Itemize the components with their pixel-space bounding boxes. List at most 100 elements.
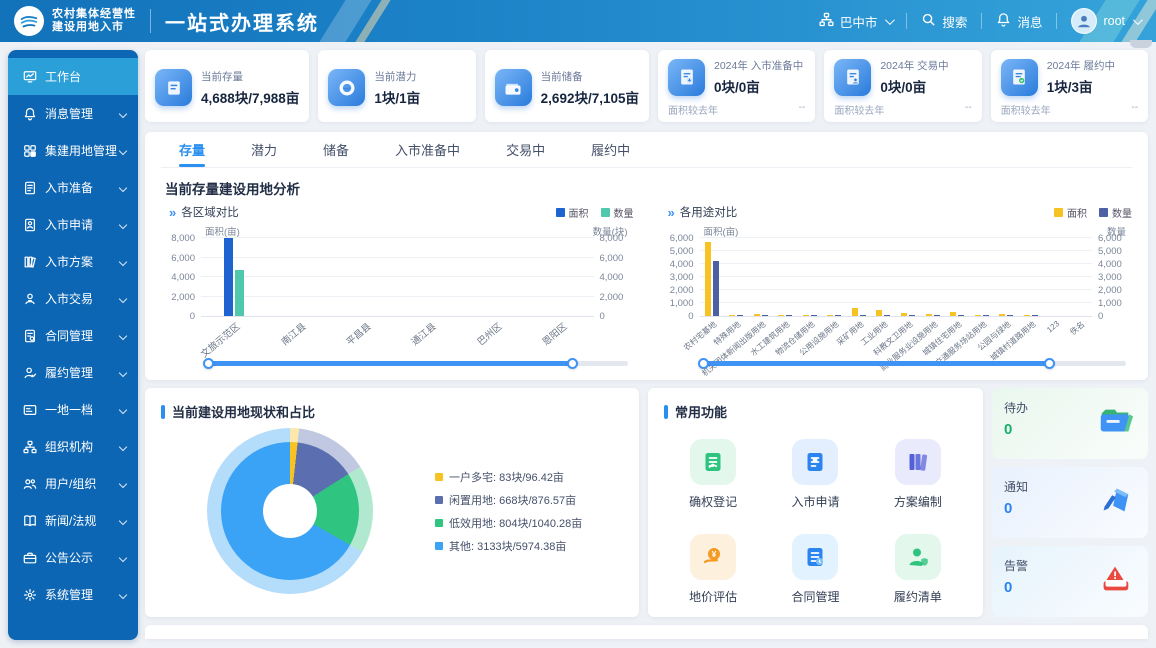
sidebar-item-入市申请[interactable]: 入市申请 (8, 206, 138, 243)
datazoom-handle-left[interactable] (203, 358, 214, 369)
donut-legend-item-低效用地[interactable]: 低效用地: 804块/1040.28亩 (435, 515, 582, 531)
side-card-待办[interactable]: 待办 0 (992, 388, 1148, 459)
stat-footer-label: 面积较去年 (834, 102, 884, 117)
sidebar-item-用户/组织[interactable]: 用户/组织 (8, 465, 138, 502)
donut-legend-item-一户多宅[interactable]: 一户多宅: 83块/96.42亩 (435, 469, 582, 485)
bar-数量[interactable] (934, 315, 940, 316)
stat-card-当前储备: 当前储备 2,692块/7,105亩 (485, 50, 649, 122)
datazoom-handle-left[interactable] (698, 358, 709, 369)
bar-数量[interactable] (811, 315, 817, 316)
sidebar-item-公告公示[interactable]: 公告公示 (8, 539, 138, 576)
bar-面积[interactable] (754, 314, 760, 316)
sidebar-item-新闻/法规[interactable]: 新闻/法规 (8, 502, 138, 539)
datazoom-slider[interactable] (704, 357, 1127, 369)
donut-chart (145, 428, 435, 594)
donut-legend-item-闲置用地[interactable]: 闲置用地: 668块/876.57亩 (435, 492, 582, 508)
bar-面积[interactable] (852, 308, 858, 316)
bar-数量[interactable] (786, 315, 792, 316)
datazoom-track[interactable] (704, 361, 1127, 366)
sidebar-item-集建用地管理[interactable]: 集建用地管理 (8, 132, 138, 169)
bar-数量[interactable] (737, 315, 743, 316)
side-panel: 待办 0 通知 0 告警 0 (992, 388, 1148, 617)
bar-数量[interactable] (860, 315, 866, 316)
sidebar-item-入市方案[interactable]: 入市方案 (8, 243, 138, 280)
tab-存量[interactable]: 存量 (179, 132, 205, 167)
tab-交易中[interactable]: 交易中 (506, 132, 545, 167)
user-menu[interactable]: root (1071, 8, 1140, 34)
function-方案编制[interactable]: 方案编制 (867, 439, 969, 510)
datazoom-slider[interactable] (205, 357, 628, 369)
side-card-告警[interactable]: 告警 0 (992, 546, 1148, 617)
sidebar-item-一地一档[interactable]: 一地一档 (8, 391, 138, 428)
tab-履约中[interactable]: 履约中 (591, 132, 630, 167)
bar-面积[interactable] (926, 314, 932, 316)
bar-数量[interactable] (909, 315, 915, 316)
statWallet-icon (495, 69, 532, 106)
datazoom-track[interactable] (205, 361, 628, 366)
side-card-通知[interactable]: 通知 0 (992, 467, 1148, 538)
bar-数量[interactable] (762, 315, 768, 316)
sidebar-item-履约管理[interactable]: 履约管理 (8, 354, 138, 391)
bar-面积[interactable] (827, 315, 833, 316)
bar-数量[interactable] (835, 315, 841, 316)
users-icon (22, 476, 37, 491)
donut-outer-ring (207, 428, 373, 594)
datazoom-handle-right[interactable] (567, 358, 578, 369)
bar-面积[interactable] (803, 315, 809, 316)
bar-面积[interactable] (705, 242, 711, 316)
stat-card-2024年 交易中: 2024年 交易中 0块/0亩 面积较去年-- (824, 50, 981, 122)
legend-item-数量[interactable]: 数量 (601, 205, 634, 220)
legend-item-数量[interactable]: 数量 (1099, 205, 1132, 220)
bar-数量[interactable] (958, 315, 964, 316)
bar-面积[interactable] (999, 314, 1005, 316)
bar-面积[interactable] (876, 310, 882, 316)
bar-数量[interactable] (235, 270, 244, 316)
donut-legend-item-其他[interactable]: 其他: 3133块/5974.38亩 (435, 538, 582, 554)
next-section-strip (145, 625, 1148, 639)
brand-divider (150, 9, 151, 33)
tab-储备[interactable]: 储备 (323, 132, 349, 167)
sidebar-item-入市交易[interactable]: 入市交易 (8, 280, 138, 317)
function-入市申请[interactable]: 入市申请 (764, 439, 866, 510)
bar-面积[interactable] (778, 315, 784, 316)
bar-数量[interactable] (1032, 315, 1038, 316)
sidebar-item-系统管理[interactable]: 系统管理 (8, 576, 138, 613)
city-selector[interactable]: 巴中市 (819, 12, 893, 31)
datazoom-range[interactable] (209, 361, 572, 366)
docSeal-icon (22, 328, 37, 343)
bar-面积[interactable] (950, 312, 956, 316)
bar-面积[interactable] (1024, 315, 1030, 316)
sidebar-item-入市准备[interactable]: 入市准备 (8, 169, 138, 206)
brand-line1: 农村集体经营性 (52, 8, 136, 21)
search-button[interactable]: 搜索 (921, 12, 967, 31)
function-地价评估[interactable]: ¥ 地价评估 (662, 534, 764, 605)
sidebar-item-组织机构[interactable]: 组织机构 (8, 428, 138, 465)
collapse-handle[interactable] (1130, 40, 1152, 48)
function-确权登记[interactable]: 确权登记 (662, 439, 764, 510)
sidebar-item-工作台[interactable]: 工作台 (8, 58, 138, 95)
region-compare-chart: » 各区域对比 面积数量 面积(亩)数量(块) 8,0006,0004,0002… (161, 200, 634, 369)
datazoom-handle-right[interactable] (1044, 358, 1055, 369)
bar-数量[interactable] (983, 315, 989, 316)
sidebar-item-合同管理[interactable]: 合同管理 (8, 317, 138, 354)
analysis-title: 当前存量建设用地分析 (165, 178, 1132, 198)
app-header: 农村集体经营性 建设用地入市 一站式办理系统 巴中市 搜索 消息 (0, 0, 1156, 42)
bar-面积[interactable] (901, 313, 907, 316)
function-合同管理[interactable]: 合同管理 (764, 534, 866, 605)
datazoom-range[interactable] (704, 361, 1050, 366)
bar-数量[interactable] (713, 261, 719, 316)
bar-数量[interactable] (884, 315, 890, 316)
bar-面积[interactable] (224, 238, 233, 316)
chevron-down-icon (119, 368, 127, 376)
bar-数量[interactable] (1007, 315, 1013, 316)
bar-面积[interactable] (729, 315, 735, 316)
tab-潜力[interactable]: 潜力 (251, 132, 277, 167)
sidebar-item-消息管理[interactable]: 消息管理 (8, 95, 138, 132)
legend-item-面积[interactable]: 面积 (556, 205, 589, 220)
function-履约清单[interactable]: 履约清单 (867, 534, 969, 605)
tab-入市准备中[interactable]: 入市准备中 (395, 132, 460, 167)
legend-item-面积[interactable]: 面积 (1054, 205, 1087, 220)
messages-button[interactable]: 消息 (996, 12, 1042, 31)
stat-card-当前存量: 当前存量 4,688块/7,988亩 (145, 50, 309, 122)
bar-面积[interactable] (975, 315, 981, 316)
